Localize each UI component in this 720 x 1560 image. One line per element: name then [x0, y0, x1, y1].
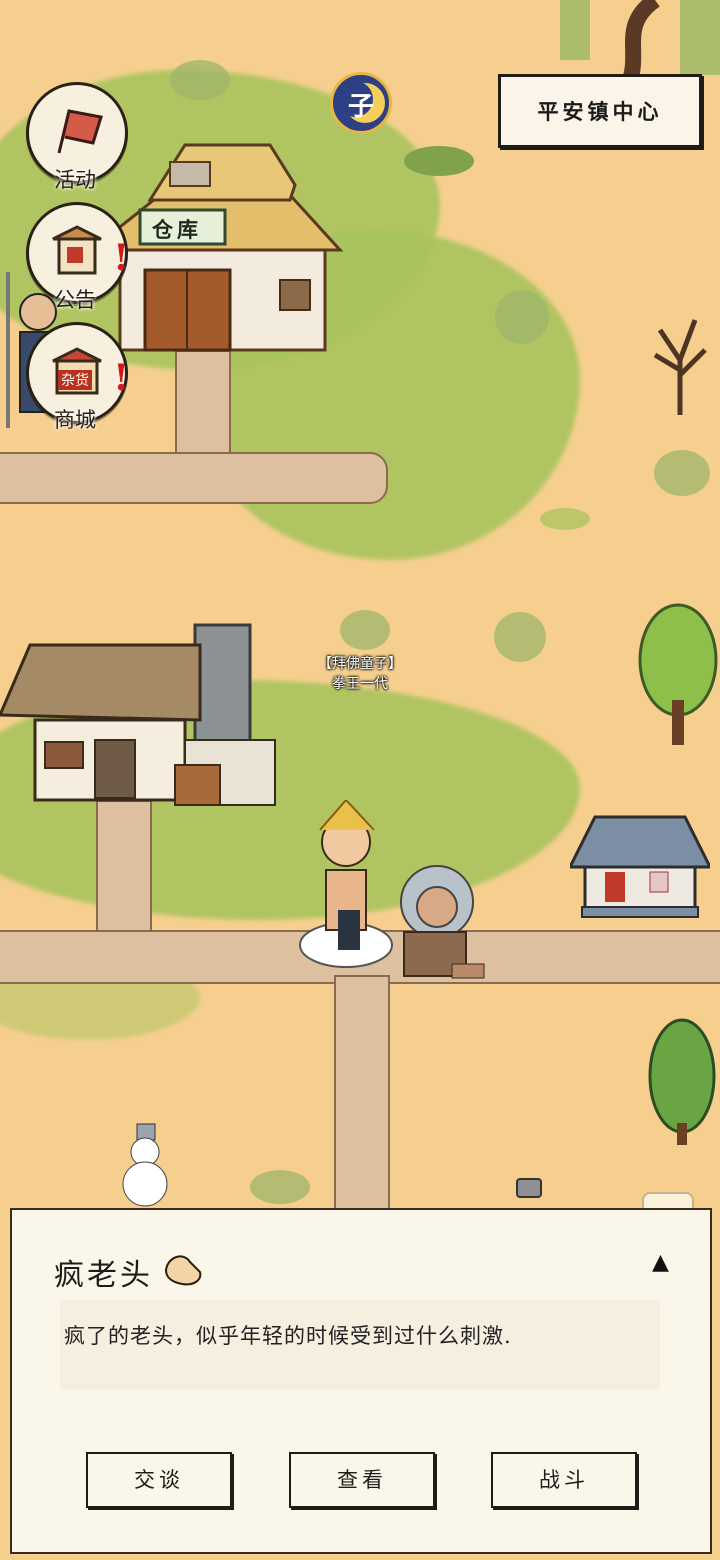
map-npc-title: 【拜佛童子】 拳王一代 [300, 654, 420, 694]
npc-name: 疯老头 [54, 1258, 153, 1293]
notice-label: 公告 [54, 288, 96, 312]
pointing-hand-icon [164, 1255, 202, 1286]
tree-cypress [648, 1018, 716, 1145]
activity-label: 活动 [54, 168, 96, 192]
talk-button[interactable]: 交谈 [86, 1452, 232, 1508]
bush [654, 450, 710, 496]
location-name: 平安镇中心 [537, 99, 663, 124]
time-of-day-icon[interactable]: 子 [330, 72, 392, 134]
map-npc-title-line1: 【拜佛童子】 [318, 656, 402, 672]
bush [494, 612, 546, 662]
bush [340, 610, 390, 650]
tree-dead [653, 319, 707, 415]
bush [404, 146, 474, 176]
rock [516, 1178, 542, 1198]
notice-alert-badge: ! [113, 237, 129, 279]
house-building[interactable] [0, 620, 300, 820]
snowman [122, 1123, 168, 1207]
warehouse-sign: 仓库 [152, 217, 202, 242]
shop-sign: 杂货 [58, 370, 92, 390]
collapse-arrow-icon[interactable]: ▲ [652, 1250, 669, 1275]
time-glyph: 子 [347, 92, 374, 122]
npc-crazy-old-man[interactable] [392, 862, 492, 986]
map-npc-title-line2: 拳王一代 [332, 676, 388, 692]
bush [495, 290, 549, 344]
shop-building[interactable] [570, 812, 710, 922]
bush [540, 508, 590, 530]
tree-green [638, 603, 718, 745]
inspect-button[interactable]: 查看 [289, 1452, 435, 1508]
npc-description: 疯了的老头，似乎年轻的时候受到过什么刺激. [64, 1324, 512, 1348]
fight-button[interactable]: 战斗 [491, 1452, 637, 1508]
tree-willow [560, 0, 720, 80]
road [175, 350, 231, 464]
npc-dialog-panel: 疯老头 疯了的老头，似乎年轻的时候受到过什么刺激. 交谈 查看 战斗 [10, 1208, 712, 1554]
bush [250, 1170, 310, 1204]
notice-board-icon [52, 225, 102, 275]
shop-alert-badge: ! [113, 357, 129, 399]
road [96, 800, 152, 944]
location-label[interactable]: 平安镇中心 [498, 74, 702, 148]
flag-icon [57, 109, 103, 154]
road [0, 452, 388, 504]
bush [170, 60, 230, 100]
shop-label: 商城 [54, 408, 96, 432]
road [334, 975, 390, 1219]
